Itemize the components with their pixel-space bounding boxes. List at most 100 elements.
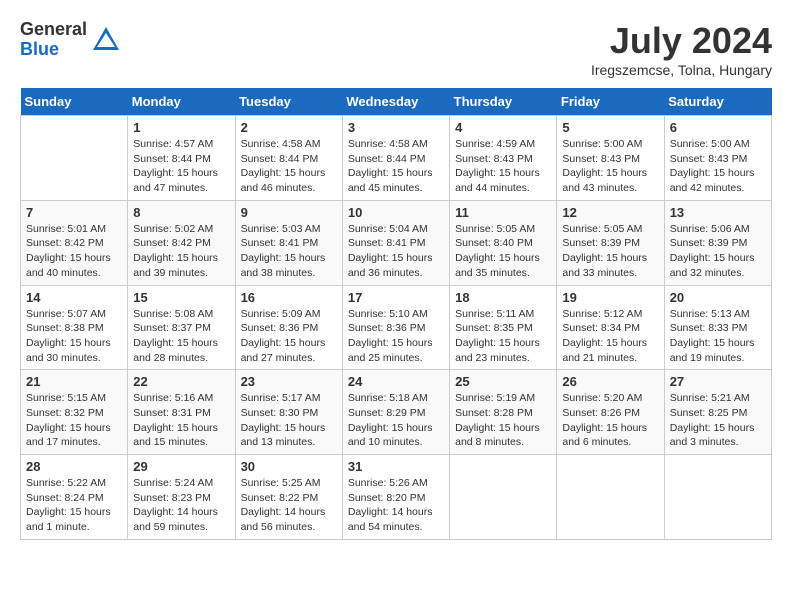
day-info: Sunrise: 5:22 AM Sunset: 8:24 PM Dayligh…: [26, 476, 122, 535]
day-info: Sunrise: 5:12 AM Sunset: 8:34 PM Dayligh…: [562, 307, 658, 366]
day-info: Sunrise: 5:09 AM Sunset: 8:36 PM Dayligh…: [241, 307, 337, 366]
day-number: 11: [455, 205, 551, 220]
day-info: Sunrise: 5:11 AM Sunset: 8:35 PM Dayligh…: [455, 307, 551, 366]
calendar-cell: 16Sunrise: 5:09 AM Sunset: 8:36 PM Dayli…: [235, 285, 342, 370]
day-number: 10: [348, 205, 444, 220]
day-number: 25: [455, 374, 551, 389]
day-number: 1: [133, 120, 229, 135]
calendar-cell: [450, 455, 557, 540]
calendar-cell: [21, 116, 128, 201]
calendar-cell: 29Sunrise: 5:24 AM Sunset: 8:23 PM Dayli…: [128, 455, 235, 540]
day-info: Sunrise: 5:00 AM Sunset: 8:43 PM Dayligh…: [670, 137, 766, 196]
calendar-cell: 2Sunrise: 4:58 AM Sunset: 8:44 PM Daylig…: [235, 116, 342, 201]
day-number: 20: [670, 290, 766, 305]
logo-icon: [91, 25, 121, 55]
day-number: 12: [562, 205, 658, 220]
column-header-thursday: Thursday: [450, 88, 557, 116]
day-info: Sunrise: 5:15 AM Sunset: 8:32 PM Dayligh…: [26, 391, 122, 450]
calendar-cell: [557, 455, 664, 540]
column-header-sunday: Sunday: [21, 88, 128, 116]
day-number: 17: [348, 290, 444, 305]
column-header-friday: Friday: [557, 88, 664, 116]
logo: General Blue: [20, 20, 121, 60]
day-info: Sunrise: 5:17 AM Sunset: 8:30 PM Dayligh…: [241, 391, 337, 450]
calendar-week-row: 7Sunrise: 5:01 AM Sunset: 8:42 PM Daylig…: [21, 200, 772, 285]
day-info: Sunrise: 5:16 AM Sunset: 8:31 PM Dayligh…: [133, 391, 229, 450]
day-number: 21: [26, 374, 122, 389]
calendar-cell: 31Sunrise: 5:26 AM Sunset: 8:20 PM Dayli…: [342, 455, 449, 540]
calendar-cell: 6 Sunrise: 5:00 AM Sunset: 8:43 PM Daylig…: [664, 116, 771, 201]
day-info: Sunrise: 5:13 AM Sunset: 8:33 PM Dayligh…: [670, 307, 766, 366]
calendar-cell: 14 Sunrise: 5:07 AM Sunset: 8:38 PM Dayli…: [21, 285, 128, 370]
calendar-week-row: 1 Sunrise: 4:57 AM Sunset: 8:44 PM Daylig…: [21, 116, 772, 201]
calendar-cell: 20 Sunrise: 5:13 AM Sunset: 8:33 PM Dayli…: [664, 285, 771, 370]
calendar-cell: 9Sunrise: 5:03 AM Sunset: 8:41 PM Daylig…: [235, 200, 342, 285]
day-number: 23: [241, 374, 337, 389]
calendar-cell: 4Sunrise: 4:59 AM Sunset: 8:43 PM Daylig…: [450, 116, 557, 201]
day-info: Sunrise: 5:00 AM Sunset: 8:43 PM Dayligh…: [562, 137, 658, 196]
day-number: 30: [241, 459, 337, 474]
day-info: Sunrise: 4:59 AM Sunset: 8:43 PM Dayligh…: [455, 137, 551, 196]
calendar-cell: 12Sunrise: 5:05 AM Sunset: 8:39 PM Dayli…: [557, 200, 664, 285]
day-info: Sunrise: 5:25 AM Sunset: 8:22 PM Dayligh…: [241, 476, 337, 535]
calendar-cell: 18 Sunrise: 5:11 AM Sunset: 8:35 PM Dayli…: [450, 285, 557, 370]
day-info: Sunrise: 4:57 AM Sunset: 8:44 PM Dayligh…: [133, 137, 229, 196]
day-number: 27: [670, 374, 766, 389]
calendar-header-row: SundayMondayTuesdayWednesdayThursdayFrid…: [21, 88, 772, 116]
day-info: Sunrise: 5:02 AM Sunset: 8:42 PM Dayligh…: [133, 222, 229, 281]
calendar-cell: 21 Sunrise: 5:15 AM Sunset: 8:32 PM Dayli…: [21, 370, 128, 455]
calendar-cell: 15 Sunrise: 5:08 AM Sunset: 8:37 PM Dayli…: [128, 285, 235, 370]
calendar-cell: 25Sunrise: 5:19 AM Sunset: 8:28 PM Dayli…: [450, 370, 557, 455]
day-info: Sunrise: 5:08 AM Sunset: 8:37 PM Dayligh…: [133, 307, 229, 366]
day-info: Sunrise: 5:24 AM Sunset: 8:23 PM Dayligh…: [133, 476, 229, 535]
day-number: 5: [562, 120, 658, 135]
day-number: 8: [133, 205, 229, 220]
calendar-table: SundayMondayTuesdayWednesdayThursdayFrid…: [20, 88, 772, 540]
calendar-cell: 28 Sunrise: 5:22 AM Sunset: 8:24 PM Dayli…: [21, 455, 128, 540]
day-info: Sunrise: 5:26 AM Sunset: 8:20 PM Dayligh…: [348, 476, 444, 535]
calendar-cell: 7Sunrise: 5:01 AM Sunset: 8:42 PM Daylig…: [21, 200, 128, 285]
day-info: Sunrise: 5:07 AM Sunset: 8:38 PM Dayligh…: [26, 307, 122, 366]
day-info: Sunrise: 5:10 AM Sunset: 8:36 PM Dayligh…: [348, 307, 444, 366]
calendar-cell: 5 Sunrise: 5:00 AM Sunset: 8:43 PM Daylig…: [557, 116, 664, 201]
day-number: 18: [455, 290, 551, 305]
column-header-monday: Monday: [128, 88, 235, 116]
column-header-tuesday: Tuesday: [235, 88, 342, 116]
calendar-week-row: 21 Sunrise: 5:15 AM Sunset: 8:32 PM Dayli…: [21, 370, 772, 455]
calendar-week-row: 14 Sunrise: 5:07 AM Sunset: 8:38 PM Dayli…: [21, 285, 772, 370]
calendar-cell: 27Sunrise: 5:21 AM Sunset: 8:25 PM Dayli…: [664, 370, 771, 455]
day-number: 28: [26, 459, 122, 474]
calendar-cell: 17 Sunrise: 5:10 AM Sunset: 8:36 PM Dayli…: [342, 285, 449, 370]
logo-blue-text: Blue: [20, 40, 87, 60]
day-info: Sunrise: 5:18 AM Sunset: 8:29 PM Dayligh…: [348, 391, 444, 450]
calendar-cell: 22 Sunrise: 5:16 AM Sunset: 8:31 PM Dayli…: [128, 370, 235, 455]
calendar-cell: 26 Sunrise: 5:20 AM Sunset: 8:26 PM Dayli…: [557, 370, 664, 455]
day-number: 2: [241, 120, 337, 135]
calendar-cell: [664, 455, 771, 540]
calendar-cell: 11 Sunrise: 5:05 AM Sunset: 8:40 PM Dayli…: [450, 200, 557, 285]
calendar-cell: 30 Sunrise: 5:25 AM Sunset: 8:22 PM Dayli…: [235, 455, 342, 540]
day-info: Sunrise: 5:04 AM Sunset: 8:41 PM Dayligh…: [348, 222, 444, 281]
calendar-cell: 10 Sunrise: 5:04 AM Sunset: 8:41 PM Dayli…: [342, 200, 449, 285]
day-number: 24: [348, 374, 444, 389]
day-number: 15: [133, 290, 229, 305]
day-number: 22: [133, 374, 229, 389]
day-number: 6: [670, 120, 766, 135]
day-number: 13: [670, 205, 766, 220]
day-info: Sunrise: 5:20 AM Sunset: 8:26 PM Dayligh…: [562, 391, 658, 450]
day-number: 14: [26, 290, 122, 305]
calendar-week-row: 28 Sunrise: 5:22 AM Sunset: 8:24 PM Dayli…: [21, 455, 772, 540]
day-number: 9: [241, 205, 337, 220]
calendar-cell: 1 Sunrise: 4:57 AM Sunset: 8:44 PM Daylig…: [128, 116, 235, 201]
day-info: Sunrise: 5:05 AM Sunset: 8:40 PM Dayligh…: [455, 222, 551, 281]
day-number: 3: [348, 120, 444, 135]
calendar-cell: 24 Sunrise: 5:18 AM Sunset: 8:29 PM Dayli…: [342, 370, 449, 455]
calendar-cell: 8 Sunrise: 5:02 AM Sunset: 8:42 PM Daylig…: [128, 200, 235, 285]
calendar-cell: 23 Sunrise: 5:17 AM Sunset: 8:30 PM Dayli…: [235, 370, 342, 455]
logo-general-text: General: [20, 20, 87, 40]
day-number: 19: [562, 290, 658, 305]
day-number: 26: [562, 374, 658, 389]
day-info: Sunrise: 5:06 AM Sunset: 8:39 PM Dayligh…: [670, 222, 766, 281]
column-header-wednesday: Wednesday: [342, 88, 449, 116]
page-header: General Blue July 2024 Iregszemcse, Toln…: [20, 20, 772, 78]
